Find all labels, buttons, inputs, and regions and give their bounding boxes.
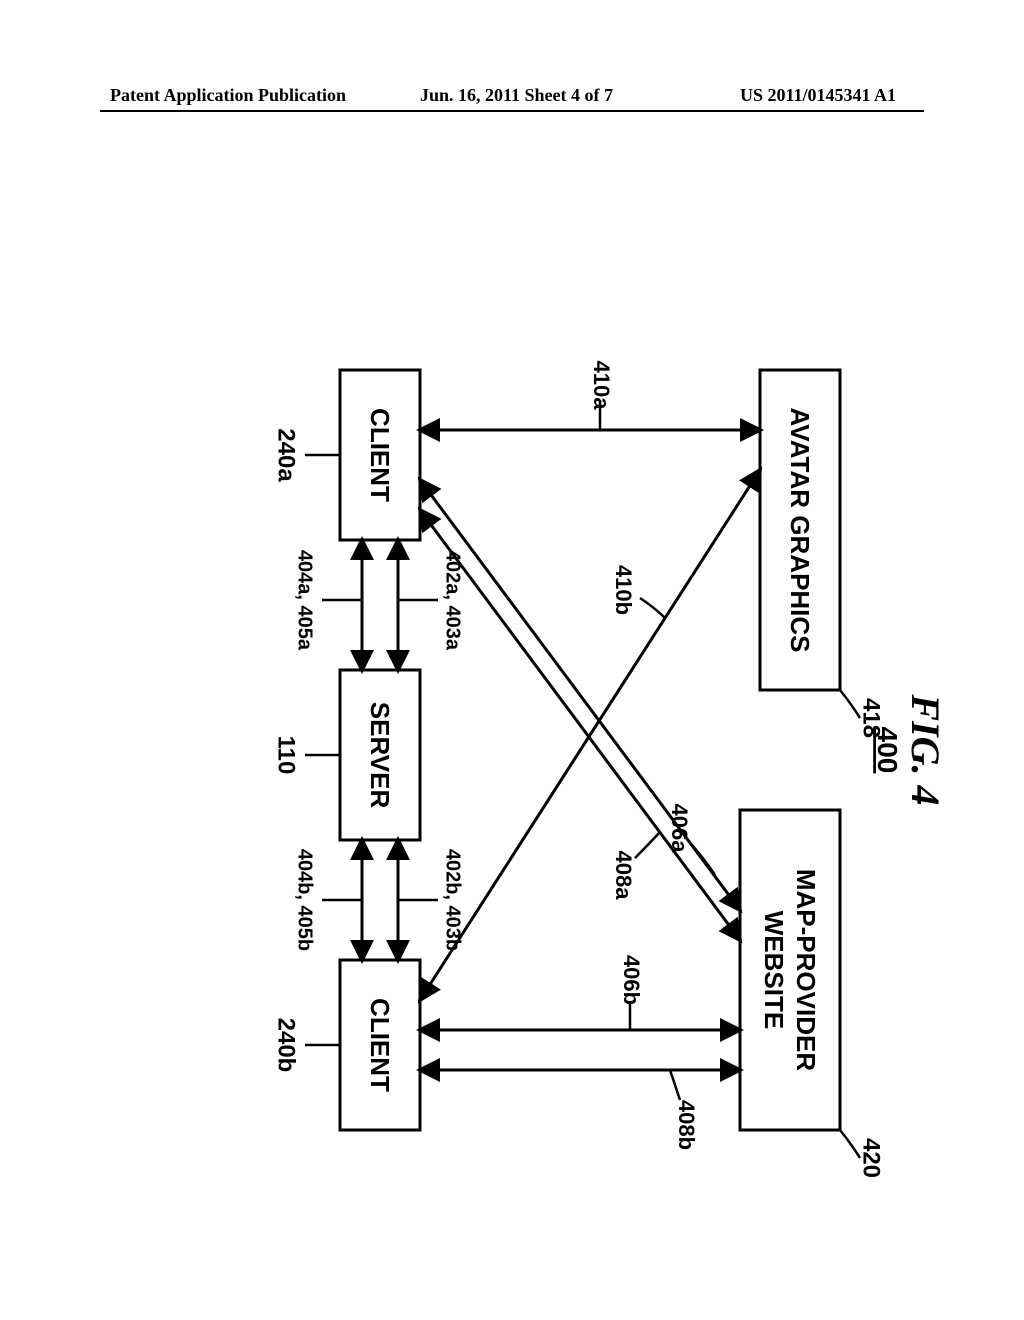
ref-402b-403b: 402b, 403b: [442, 849, 464, 951]
ref-420: 420: [858, 1138, 885, 1178]
ref-406b: 406b: [619, 955, 644, 1005]
ref-418: 418: [858, 698, 885, 738]
ref-240b: 240b: [273, 1018, 300, 1073]
map-provider-line1: MAP-PROVIDER: [791, 869, 821, 1071]
ref-408b: 408b: [674, 1100, 699, 1150]
server-label: SERVER: [365, 702, 395, 809]
ref-410b: 410b: [611, 565, 636, 615]
ref-406a: 406a: [667, 804, 692, 854]
avatar-graphics-label: AVATAR GRAPHICS: [785, 407, 815, 652]
leader-408a: [635, 832, 660, 858]
ref-410a: 410a: [589, 361, 614, 411]
client-b-label: CLIENT: [365, 998, 395, 1092]
map-provider-line2: WEBSITE: [759, 911, 789, 1029]
ref-404a-405a: 404a, 405a: [294, 550, 316, 651]
map-provider-box: [740, 810, 840, 1130]
figure-4-diagram: FIG. 4 400 AVATAR GRAPHICS MAP-PROVIDER …: [60, 300, 960, 1000]
figure-title: FIG. 4: [903, 693, 948, 805]
leader-410b: [640, 598, 665, 618]
leader-408b: [670, 1070, 680, 1100]
ref-110: 110: [273, 736, 300, 775]
ref-408a: 408a: [611, 851, 636, 901]
header-left: Patent Application Publication: [110, 85, 346, 106]
client-a-label: CLIENT: [365, 408, 395, 502]
header-rule: [100, 110, 924, 112]
ref-402a-403a: 402a, 403a: [442, 550, 464, 651]
header-center: Jun. 16, 2011 Sheet 4 of 7: [420, 85, 613, 106]
ref-240a: 240a: [273, 428, 300, 482]
leader-406a: [692, 845, 715, 875]
ref-404b-405b: 404b, 405b: [294, 849, 316, 951]
header-right: US 2011/0145341 A1: [740, 85, 896, 106]
